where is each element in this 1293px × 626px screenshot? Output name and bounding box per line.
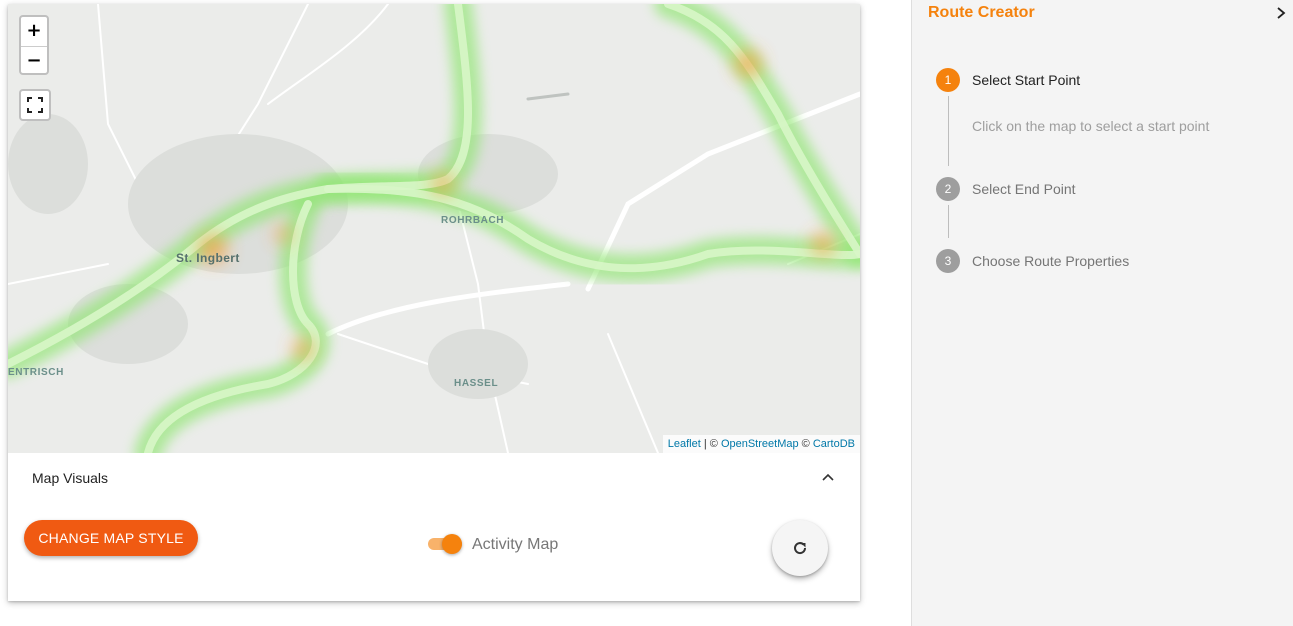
zoom-in-button[interactable]: + — [21, 17, 47, 47]
attribution-separator-2: © — [798, 438, 813, 450]
step-connector — [948, 205, 949, 238]
chevron-right-icon[interactable] — [1275, 6, 1287, 20]
chevron-up-icon[interactable] — [822, 472, 834, 484]
map-card: St. Ingbert ROHRBACH HASSEL ENTRISCH + −… — [8, 4, 860, 601]
step-2-number: 2 — [936, 177, 960, 201]
map-label-rohrbach: ROHRBACH — [441, 215, 505, 226]
zoom-control: + − — [19, 15, 49, 75]
map-canvas[interactable] — [8, 4, 860, 453]
step-3-label[interactable]: Choose Route Properties — [972, 253, 1129, 269]
step-1-hint: Click on the map to select a start point — [972, 118, 1210, 134]
zoom-out-button[interactable]: − — [21, 47, 47, 76]
map-label-entrisch: ENTRISCH — [8, 367, 64, 378]
activity-map-toggle[interactable] — [428, 534, 462, 554]
osm-link[interactable]: OpenStreetMap — [721, 438, 799, 450]
step-1-label[interactable]: Select Start Point — [972, 72, 1080, 88]
map-attribution: Leaflet | © OpenStreetMap © CartoDB — [662, 435, 860, 453]
step-connector — [948, 96, 949, 166]
map-view[interactable]: St. Ingbert ROHRBACH HASSEL ENTRISCH + −… — [8, 4, 860, 453]
map-visuals-header[interactable]: Map Visuals — [8, 453, 860, 502]
attribution-separator: | © — [700, 438, 721, 450]
cartodb-link[interactable]: CartoDB — [813, 438, 855, 450]
activity-map-label: Activity Map — [472, 536, 559, 553]
map-label-hassel: HASSEL — [454, 378, 499, 389]
refresh-icon — [794, 542, 807, 555]
map-label-st-ingbert: St. Ingbert — [176, 251, 240, 265]
fullscreen-button[interactable] — [19, 89, 51, 121]
map-visuals-title: Map Visuals — [32, 469, 109, 486]
step-1-number: 1 — [936, 68, 960, 92]
step-3-number: 3 — [936, 249, 960, 273]
sidebar-title: Route Creator — [928, 4, 1035, 21]
toggle-knob — [442, 534, 462, 554]
leaflet-link[interactable]: Leaflet — [668, 438, 701, 450]
refresh-button[interactable] — [772, 520, 828, 576]
change-map-style-button[interactable]: Change map style — [24, 520, 198, 556]
step-2-label[interactable]: Select End Point — [972, 181, 1076, 197]
fullscreen-icon — [27, 97, 43, 113]
route-creator-sidebar: Route Creator 1 Select Start Point Click… — [911, 0, 1293, 626]
